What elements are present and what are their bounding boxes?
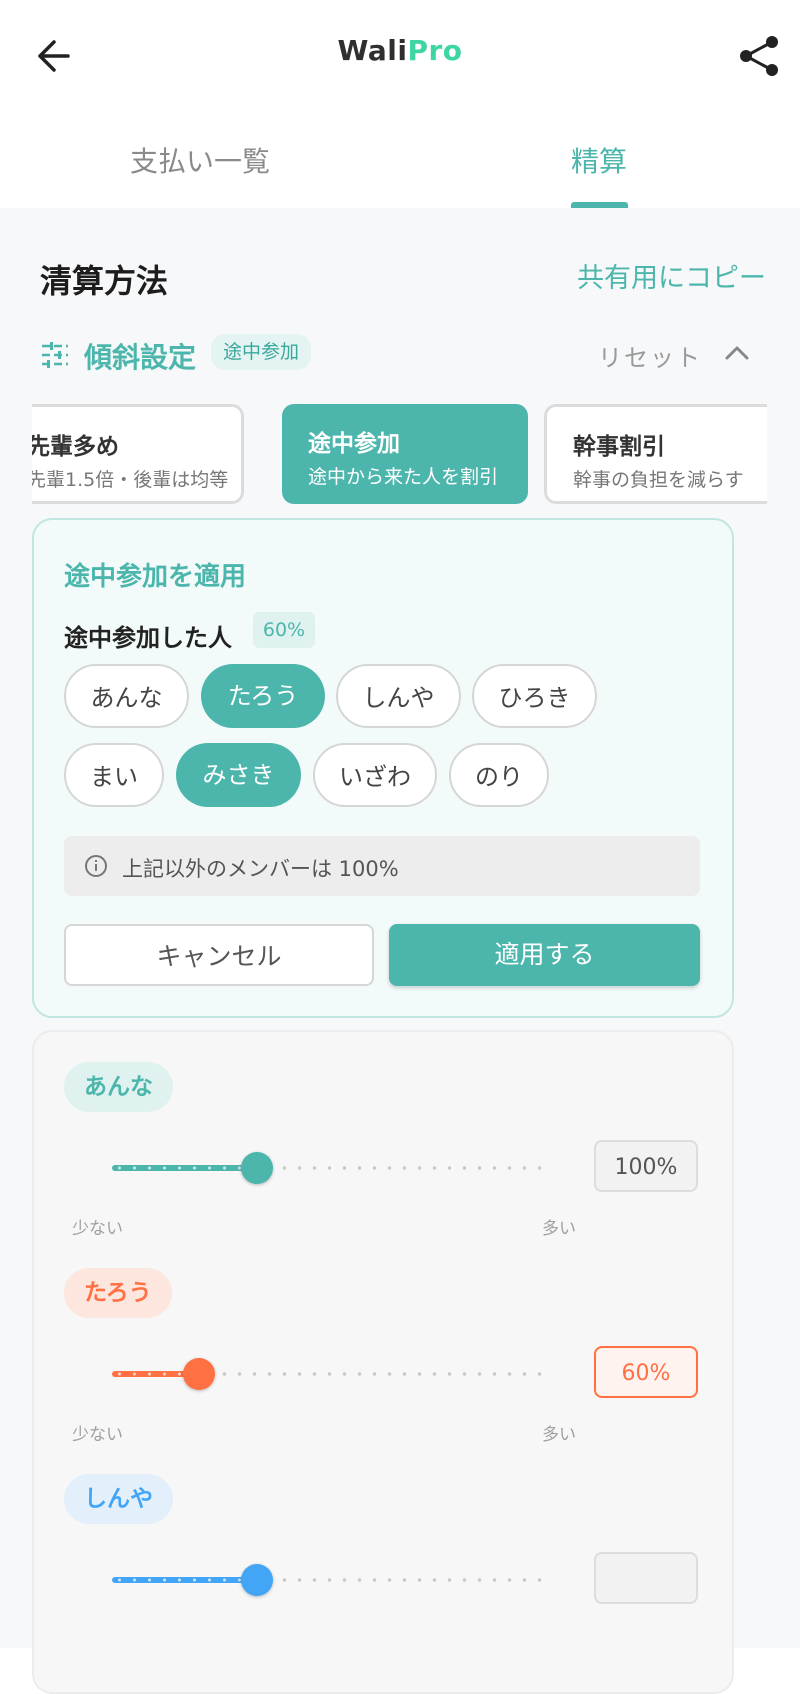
apply-late-join-panel: 途中参加を適用 途中参加した人 60% あんな たろう しんや ひろき まい み… <box>32 518 734 1018</box>
slider-fill-dots <box>112 1165 257 1171</box>
apply-button[interactable]: 適用する <box>389 924 700 986</box>
late-join-percent-badge: 60% <box>253 612 315 648</box>
tab-settlement[interactable]: 精算 <box>571 140 627 180</box>
settlement-content: 清算方法 共有用にコピー 傾斜設定 途中参加 リセット 先輩多め 先輩1.5倍・… <box>0 208 800 1694</box>
person-chip[interactable]: あんな <box>64 664 189 728</box>
tab-bar: 支払い一覧 精算 <box>0 118 800 210</box>
slider-max-label: 多い <box>542 1425 576 1445</box>
preset-title: 途中参加 <box>308 431 400 457</box>
person-chip[interactable]: ひろき <box>472 664 597 728</box>
slider-fill-dots <box>112 1577 257 1583</box>
slider-thumb[interactable] <box>241 1152 273 1184</box>
person-chip[interactable]: たろう <box>201 664 325 728</box>
section-title: 清算方法 <box>40 262 169 300</box>
logo-text-accent: Pro <box>407 34 463 67</box>
sliders-icon <box>42 342 68 368</box>
app-bar: WaliPro <box>0 0 800 110</box>
info-note: 上記以外のメンバーは 100% <box>64 836 700 896</box>
preset-carousel: 先輩多め 先輩1.5倍・後輩は均等 途中参加 途中から来た人を割引 幹事割引 幹… <box>32 404 767 514</box>
preset-subtitle: 先輩1.5倍・後輩は均等 <box>32 469 229 491</box>
logo-text-main: Wali <box>337 34 408 67</box>
share-icon[interactable] <box>734 30 786 82</box>
weight-percent-box[interactable]: 100% <box>594 1140 698 1192</box>
member-name-badge: あんな <box>64 1062 173 1112</box>
slider-thumb[interactable] <box>241 1564 273 1596</box>
slider-min-label: 少ない <box>72 1219 123 1239</box>
person-chip[interactable]: のり <box>449 743 549 807</box>
preset-title: 幹事割引 <box>573 434 665 460</box>
slider-max-label: 多い <box>542 1219 576 1239</box>
copy-for-share-link[interactable]: 共有用にコピー <box>577 256 766 295</box>
panel-title: 途中参加を適用 <box>64 562 247 592</box>
slider-thumb[interactable] <box>183 1358 215 1390</box>
person-chip[interactable]: みさき <box>176 743 301 807</box>
preset-subtitle: 幹事の負担を減らす <box>573 469 744 491</box>
chevron-up-icon[interactable] <box>720 336 754 370</box>
gradient-title: 傾斜設定 <box>84 341 197 374</box>
weight-slider[interactable] <box>112 1152 547 1184</box>
info-note-text: 上記以外のメンバーは 100% <box>122 857 399 881</box>
preset-card-senior[interactable]: 先輩多め 先輩1.5倍・後輩は均等 <box>32 404 244 504</box>
member-name-badge: たろう <box>64 1268 172 1318</box>
person-chip[interactable]: しんや <box>336 664 461 728</box>
info-icon <box>85 855 107 877</box>
person-chip[interactable]: いざわ <box>313 743 437 807</box>
preset-card-late-join[interactable]: 途中参加 途中から来た人を割引 <box>282 404 528 504</box>
preset-title: 先輩多め <box>32 434 119 460</box>
slider-min-label: 少ない <box>72 1425 123 1445</box>
person-chip[interactable]: まい <box>64 743 164 807</box>
member-weight-list: あんな 100% 少ない 多い たろう 60% 少ない 多い しんや <box>32 1030 734 1694</box>
active-preset-badge: 途中参加 <box>211 334 312 370</box>
gradient-settings-header[interactable]: 傾斜設定 途中参加 リセット <box>40 330 766 380</box>
preset-card-organizer[interactable]: 幹事割引 幹事の負担を減らす <box>544 404 767 504</box>
tab-payment-list[interactable]: 支払い一覧 <box>130 140 270 180</box>
reset-button[interactable]: リセット <box>598 338 702 373</box>
weight-slider[interactable] <box>112 1358 547 1390</box>
weight-slider[interactable] <box>112 1564 547 1596</box>
preset-subtitle: 途中から来た人を割引 <box>308 466 499 488</box>
panel-subtitle: 途中参加した人 <box>64 624 232 652</box>
weight-percent-box[interactable] <box>594 1552 698 1604</box>
weight-percent-box[interactable]: 60% <box>594 1346 698 1398</box>
member-name-badge: しんや <box>64 1474 173 1524</box>
cancel-button[interactable]: キャンセル <box>64 924 374 986</box>
app-logo: WaliPro <box>0 34 800 67</box>
